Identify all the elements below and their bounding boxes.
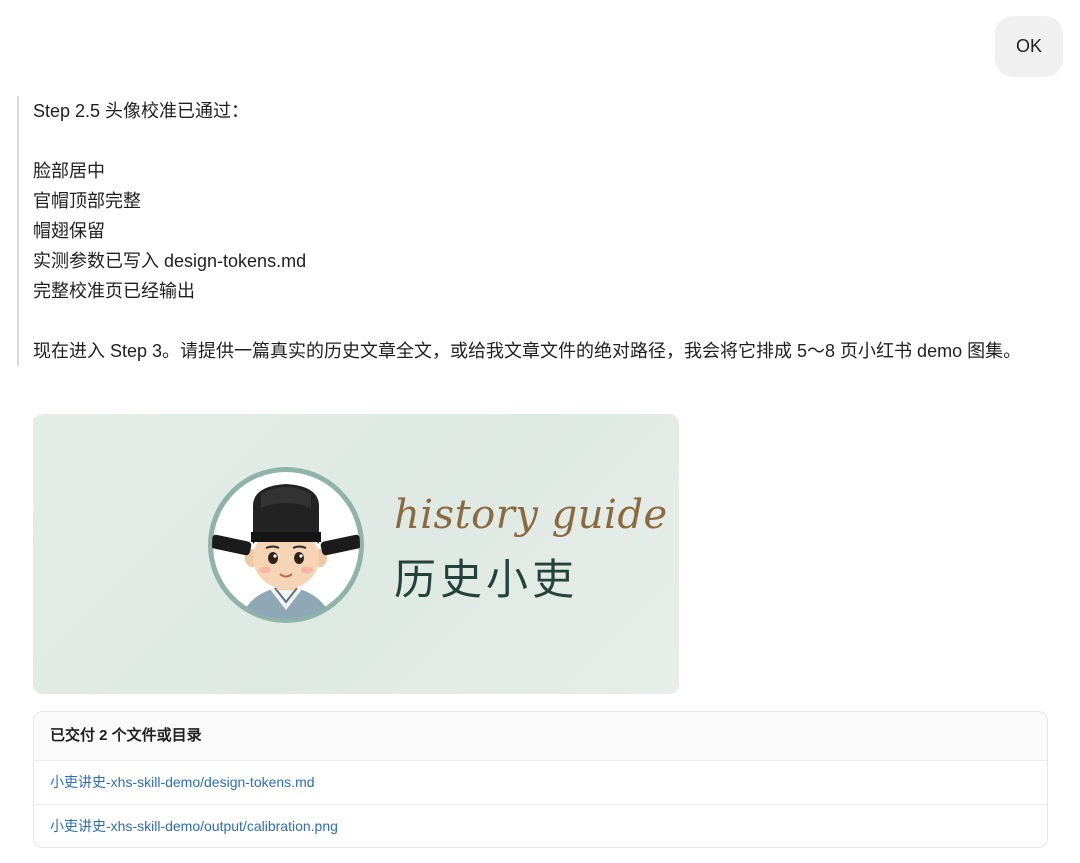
brand-chinese-title: 历史小吏 xyxy=(394,555,579,604)
brand-english-title: history guide xyxy=(394,492,668,538)
checklist-item: 帽翅保留 xyxy=(33,221,105,241)
file-link-calibration-png[interactable]: 小吏讲史-xhs-skill-demo/output/calibration.p… xyxy=(34,804,1047,847)
assistant-next-step: 现在进入 Step 3。请提供一篇真实的历史文章全文，或给我文章文件的绝对路径，… xyxy=(33,341,1022,361)
user-message-bubble: OK xyxy=(995,16,1063,77)
checklist-item: 完整校准页已经输出 xyxy=(33,281,195,301)
file-link-design-tokens[interactable]: 小吏讲史-xhs-skill-demo/design-tokens.md xyxy=(34,761,1047,804)
assistant-message: Step 2.5 头像校准已通过： 脸部居中 官帽顶部完整 帽翅保留 实测参数已… xyxy=(17,96,1073,366)
checklist-item: 官帽顶部完整 xyxy=(33,191,141,211)
checklist-item: 实测参数已写入 design-tokens.md xyxy=(33,251,307,271)
delivered-files-panel: 已交付 2 个文件或目录 小吏讲史-xhs-skill-demo/design-… xyxy=(33,711,1048,848)
avatar-official-icon xyxy=(208,467,364,623)
calibration-image[interactable]: history guide 历史小吏 xyxy=(33,414,679,694)
assistant-intro: Step 2.5 头像校准已通过： xyxy=(33,101,250,121)
delivered-files-header: 已交付 2 个文件或目录 xyxy=(34,712,1047,761)
checklist-item: 脸部居中 xyxy=(33,161,105,181)
chat-page: OK Step 2.5 头像校准已通过： 脸部居中 官帽顶部完整 帽翅保留 实测… xyxy=(0,0,1080,863)
user-message-text: OK xyxy=(1015,36,1042,56)
